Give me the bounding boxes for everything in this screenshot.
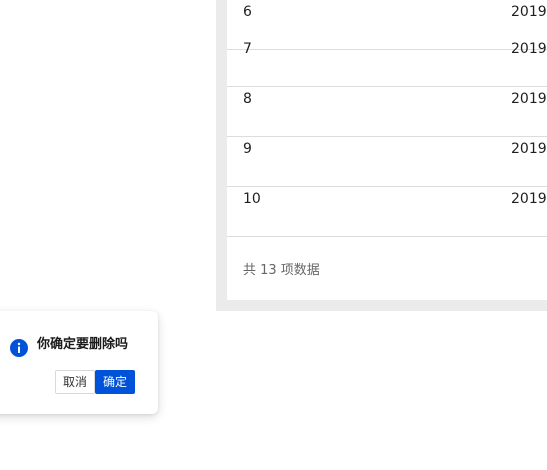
- table-row: 7 2019-: [227, 37, 547, 87]
- delete-popconfirm: 你确定要删除吗 取消 确定: [0, 311, 158, 414]
- row-date-cell: 2019-: [511, 41, 547, 57]
- row-date-cell: 2019-: [511, 191, 547, 207]
- table-row: 9 2019-: [227, 137, 547, 187]
- row-id-cell: 7: [243, 41, 252, 57]
- confirm-button[interactable]: 确定: [95, 370, 135, 394]
- pagination-total: 共 13 项数据: [243, 263, 320, 278]
- popconfirm-title: 你确定要删除吗: [37, 337, 129, 352]
- row-id-cell: 10: [243, 191, 261, 207]
- row-date-cell: 2019-: [511, 91, 547, 107]
- content-panel: 6 2019- 7 2019- 8 2019- 9 2019- 10 2019-…: [216, 0, 547, 311]
- cancel-button[interactable]: 取消: [55, 370, 95, 394]
- table-card: 6 2019- 7 2019- 8 2019- 9 2019- 10 2019-…: [227, 0, 547, 300]
- row-date-cell: 2019-: [511, 141, 547, 157]
- row-id-cell: 8: [243, 91, 252, 107]
- page: 6 2019- 7 2019- 8 2019- 9 2019- 10 2019-…: [0, 0, 547, 470]
- table-row: 8 2019-: [227, 87, 547, 137]
- row-id-cell: 9: [243, 141, 252, 157]
- info-icon: [10, 339, 28, 357]
- table-row: 10 2019-: [227, 187, 547, 237]
